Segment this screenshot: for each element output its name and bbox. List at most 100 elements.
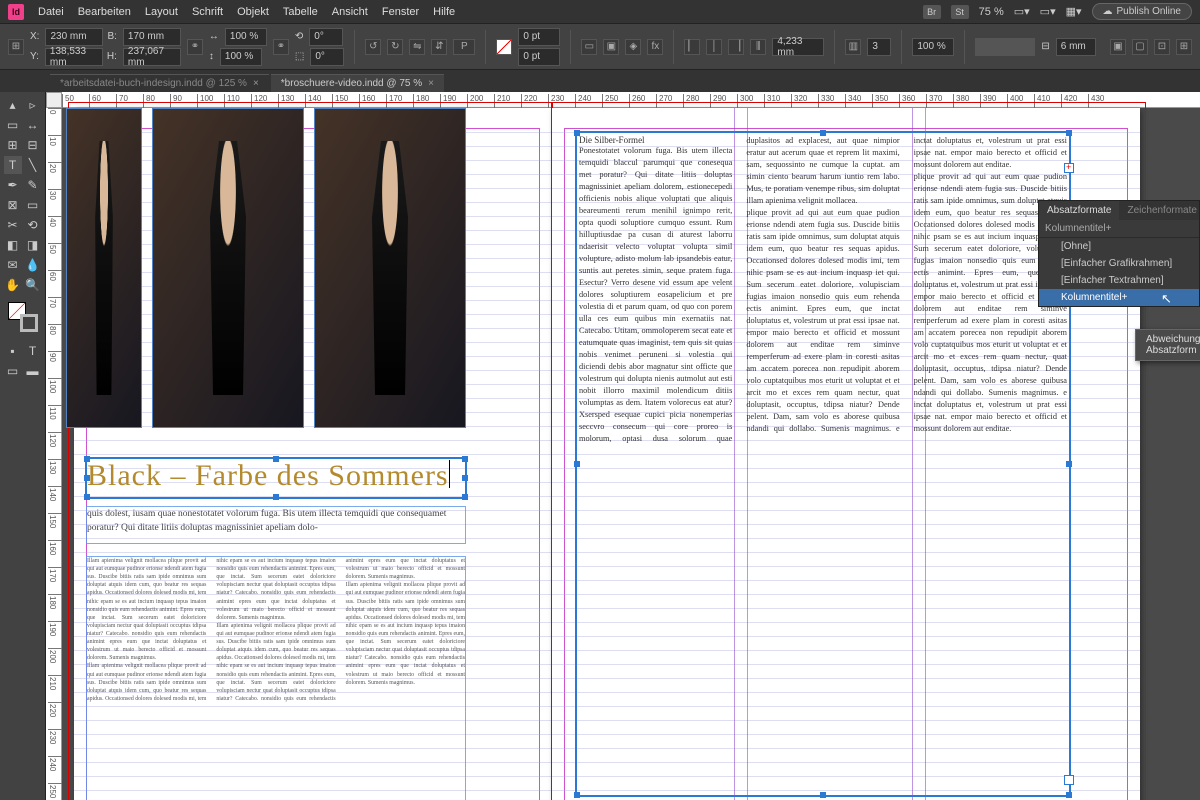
- transform-tool[interactable]: ⟲: [24, 216, 42, 234]
- view-options-icon[interactable]: ▭▾: [1014, 5, 1030, 18]
- close-icon[interactable]: ×: [253, 78, 259, 89]
- link-scale-icon[interactable]: ⚭: [273, 39, 289, 55]
- menu-table[interactable]: Tabelle: [283, 6, 318, 18]
- headline-text[interactable]: Black – Farbe des Sommers: [87, 459, 449, 492]
- overset-out-port[interactable]: [1064, 163, 1074, 173]
- gradient-tool[interactable]: ◧: [4, 236, 22, 254]
- apply-none-icon[interactable]: T: [24, 342, 42, 360]
- content-collector-tool[interactable]: ⊞: [4, 136, 22, 154]
- columns-field[interactable]: 3: [867, 38, 891, 56]
- rectangle-tool[interactable]: ▭: [24, 196, 42, 214]
- h-field[interactable]: 237,067 mm: [123, 48, 181, 66]
- direct-selection-tool[interactable]: ▹: [24, 96, 42, 114]
- gradient-feather-tool[interactable]: ◨: [24, 236, 42, 254]
- arrange-icon[interactable]: ▦▾: [1066, 5, 1082, 18]
- small-text-frame[interactable]: Illam apienima velignit mollacea plique …: [86, 556, 466, 800]
- gap-field[interactable]: 4,233 mm: [772, 38, 824, 56]
- paragraph-styles-panel[interactable]: Absatzformate Zeichenformate Kolumnentit…: [1038, 200, 1200, 307]
- pencil-tool[interactable]: ✎: [24, 176, 42, 194]
- image-frame-1[interactable]: [66, 108, 142, 428]
- flip-v-icon[interactable]: ⇵: [431, 39, 447, 55]
- fill-swatch[interactable]: [496, 39, 512, 55]
- screen-mode-icon[interactable]: ▭▾: [1040, 5, 1056, 18]
- panel-tab-zeichenformate[interactable]: Zeichenformate: [1119, 201, 1200, 220]
- intro-frame[interactable]: quis dolest, iusam quae nonestotatet vol…: [86, 506, 466, 544]
- content-placer-tool[interactable]: ⊟: [24, 136, 42, 154]
- style-basic-graphic[interactable]: [Einfacher Grafikrahmen]: [1039, 255, 1199, 272]
- preview-view-icon[interactable]: ▬: [24, 362, 42, 380]
- menu-edit[interactable]: Bearbeiten: [78, 6, 131, 18]
- stroke-weight-field[interactable]: 0 pt: [518, 48, 560, 66]
- align-left-icon[interactable]: ▏: [684, 39, 700, 55]
- close-icon[interactable]: ×: [428, 78, 434, 89]
- menu-type[interactable]: Schrift: [192, 6, 223, 18]
- menu-object[interactable]: Objekt: [237, 6, 269, 18]
- menu-layout[interactable]: Layout: [145, 6, 178, 18]
- rotate-field[interactable]: 0°: [309, 28, 343, 46]
- zoom-tool[interactable]: 🔍: [24, 276, 42, 294]
- publish-online-button[interactable]: ☁ Publish Online: [1092, 3, 1192, 20]
- rotate-cw-icon[interactable]: ↻: [387, 39, 403, 55]
- type-tool[interactable]: T: [4, 156, 22, 174]
- rotate-ccw-icon[interactable]: ↺: [365, 39, 381, 55]
- main-text-frame[interactable]: Die Silber-Formel Ponestotatet volorum f…: [576, 132, 1070, 796]
- rectangle-frame-tool[interactable]: ⊠: [4, 196, 22, 214]
- fit-content-icon[interactable]: ▣: [1110, 39, 1126, 55]
- scale-x-field[interactable]: 100 %: [225, 28, 267, 46]
- gap-tool[interactable]: ↔: [24, 116, 42, 134]
- wrap-shape-icon[interactable]: ◈: [625, 39, 641, 55]
- style-basic-text[interactable]: [Einfacher Textrahmen]: [1039, 272, 1199, 289]
- align-center-icon[interactable]: │: [706, 39, 722, 55]
- style-kolumnentitel[interactable]: Kolumnentitel+: [1039, 289, 1199, 306]
- out-port[interactable]: [1064, 775, 1074, 785]
- tab-broschuere[interactable]: *broschuere-video.indd @ 75 %×: [271, 74, 444, 92]
- note-tool[interactable]: ✉: [4, 256, 22, 274]
- y-field[interactable]: 138,533 mm: [45, 48, 103, 66]
- stock-button[interactable]: St: [951, 5, 969, 19]
- line-tool[interactable]: ╲: [24, 156, 42, 174]
- vertical-ruler[interactable]: 0102030405060708090100110120130140150160…: [46, 108, 62, 800]
- canvas[interactable]: 5060708090100110120130140150160170180190…: [46, 92, 1200, 800]
- wrap-none-icon[interactable]: ▭: [581, 39, 597, 55]
- headline-frame[interactable]: Black – Farbe des Sommers: [86, 458, 466, 498]
- zoom-level[interactable]: 75 %: [979, 6, 1004, 18]
- wrap-bbox-icon[interactable]: ▣: [603, 39, 619, 55]
- distribute-icon[interactable]: ⫼: [750, 39, 766, 55]
- stroke-offset-field[interactable]: 0 pt: [518, 28, 560, 46]
- pen-tool[interactable]: ✒: [4, 176, 22, 194]
- eyedropper-tool[interactable]: 💧: [24, 256, 42, 274]
- scissors-tool[interactable]: ✂: [4, 216, 22, 234]
- image-frame-3[interactable]: [314, 108, 466, 428]
- menu-help[interactable]: Hilfe: [433, 6, 455, 18]
- normal-view-icon[interactable]: ▭: [4, 362, 22, 380]
- fill-stroke-icon[interactable]: [8, 302, 38, 332]
- columns-icon[interactable]: ▥: [845, 39, 861, 55]
- x-field[interactable]: 230 mm: [45, 28, 103, 46]
- apply-color-icon[interactable]: ▪: [4, 342, 22, 360]
- selection-tool[interactable]: ▴: [4, 96, 22, 114]
- image-frame-2[interactable]: [152, 108, 304, 428]
- menu-view[interactable]: Ansicht: [332, 6, 368, 18]
- page-tool[interactable]: ▭: [4, 116, 22, 134]
- style-none[interactable]: [Ohne]: [1039, 238, 1199, 255]
- auto-fit-icon[interactable]: ⊞: [1176, 39, 1192, 55]
- opacity-field[interactable]: 100 %: [912, 38, 954, 56]
- scale-y-field[interactable]: 100 %: [220, 48, 262, 66]
- reference-point-icon[interactable]: ⊞: [8, 39, 24, 55]
- constrain-icon[interactable]: ⚭: [187, 39, 203, 55]
- tab-arbeitsdatei[interactable]: *arbeitsdatei-buch-indesign.indd @ 125 %…: [50, 74, 269, 92]
- hand-tool[interactable]: ✋: [4, 276, 22, 294]
- inset-field[interactable]: 6 mm: [1056, 38, 1096, 56]
- style-dropdown[interactable]: [975, 38, 1035, 56]
- panel-tab-absatzformate[interactable]: Absatzformate: [1039, 201, 1119, 220]
- ruler-origin[interactable]: [46, 92, 62, 108]
- align-right-icon[interactable]: ▕: [728, 39, 744, 55]
- menu-file[interactable]: Datei: [38, 6, 64, 18]
- center-content-icon[interactable]: ⊡: [1154, 39, 1170, 55]
- shear-field[interactable]: 0°: [310, 48, 344, 66]
- menu-window[interactable]: Fenster: [382, 6, 419, 18]
- fx-icon[interactable]: fx: [647, 39, 663, 55]
- horizontal-ruler[interactable]: 5060708090100110120130140150160170180190…: [62, 92, 1200, 108]
- bridge-button[interactable]: Br: [923, 5, 941, 19]
- fit-frame-icon[interactable]: ▢: [1132, 39, 1148, 55]
